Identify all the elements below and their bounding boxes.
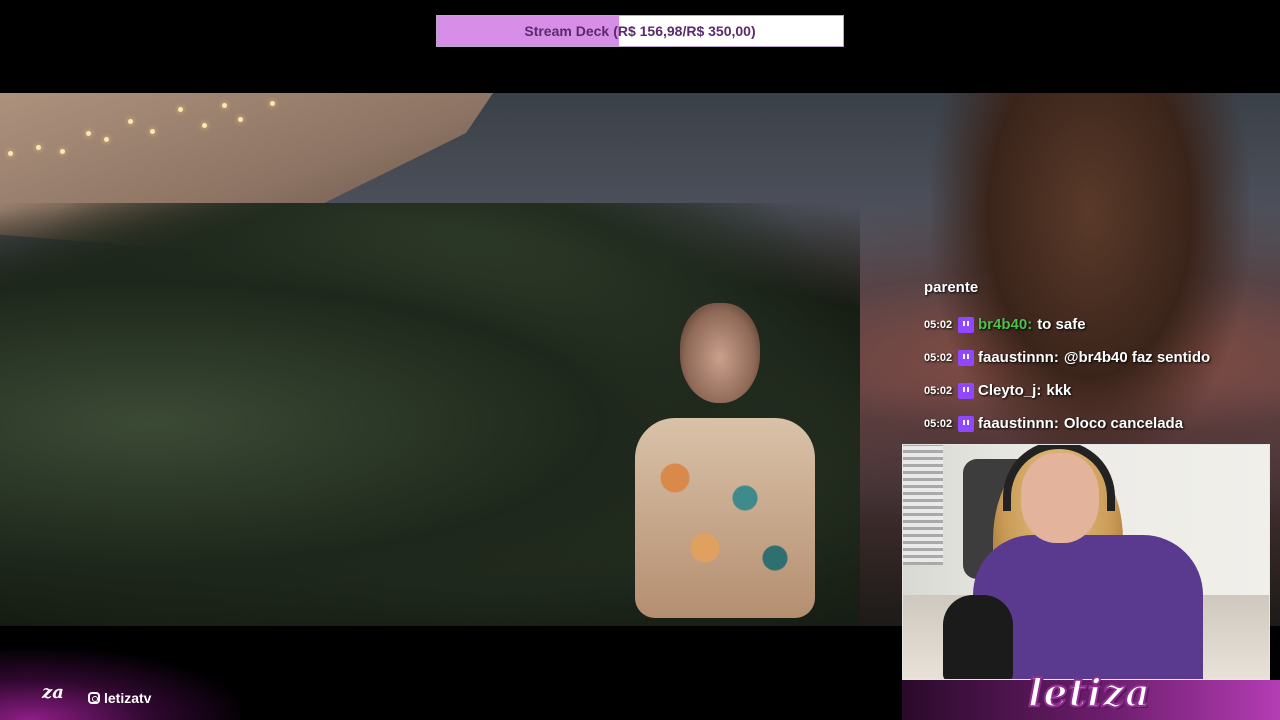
bottom-left-glow — [0, 650, 240, 720]
goal-text: Stream Deck (R$ 156,98/R$ 350,00) — [437, 16, 843, 46]
chat-text: to safe — [1037, 316, 1086, 333]
chat-message: 05:02 faaustinnn: @br4b40 faz sentido — [924, 341, 1274, 374]
chat-timestamp: 05:02 — [924, 384, 953, 397]
twitch-icon — [958, 415, 974, 432]
chat-message-list: 05:02 br4b40: to safe 05:02 faaustinnn: @br4b… — [924, 308, 1274, 440]
donation-goal-bar: Stream Deck (R$ 156,98/R$ 350,00) — [436, 15, 844, 47]
string-lights — [0, 93, 320, 163]
chat-timestamp: 05:02 — [924, 351, 953, 364]
goal-amount: (R$ 156,98/R$ 350,00) — [613, 23, 756, 39]
video-person — [615, 297, 835, 626]
microphone-icon — [943, 595, 1013, 679]
chat-timestamp: 05:02 — [924, 417, 953, 430]
headphones-icon — [1003, 445, 1115, 511]
chat-timestamp: 05:02 — [924, 318, 953, 331]
instagram-handle: letizatv — [104, 690, 152, 706]
chat-username: faaustinnn: — [978, 349, 1059, 366]
window-blind — [903, 445, 943, 565]
chat-username: Cleyto_j: — [978, 382, 1042, 399]
chat-overlay: parente 05:02 br4b40: to safe 05:02 faaustin… — [924, 264, 1274, 440]
chat-username: faaustinnn: — [978, 415, 1059, 432]
chat-message: 05:02 faaustinnn: Oloco cancelada — [924, 407, 1274, 440]
chat-text: Oloco cancelada — [1063, 415, 1184, 432]
chat-cut-line — [924, 264, 1274, 278]
brand-logo: letiza — [1027, 669, 1151, 716]
chat-continuation: parente — [924, 279, 979, 296]
chat-text: kkk — [1046, 382, 1072, 399]
twitch-icon — [958, 382, 974, 399]
instagram-icon — [88, 692, 100, 704]
chat-message: 05:02 Cleyto_j: kkk — [924, 374, 1274, 407]
chat-username: br4b40: — [978, 316, 1033, 333]
social-handle: letizatv — [88, 690, 151, 706]
twitch-icon — [958, 316, 974, 333]
goal-label: Stream Deck — [524, 23, 610, 39]
chat-message: 05:02 br4b40: to safe — [924, 308, 1274, 341]
chat-text: @br4b40 faz sentido — [1063, 349, 1211, 366]
short-logo: za — [42, 682, 64, 703]
webcam-frame — [902, 444, 1270, 680]
twitch-icon — [958, 349, 974, 366]
